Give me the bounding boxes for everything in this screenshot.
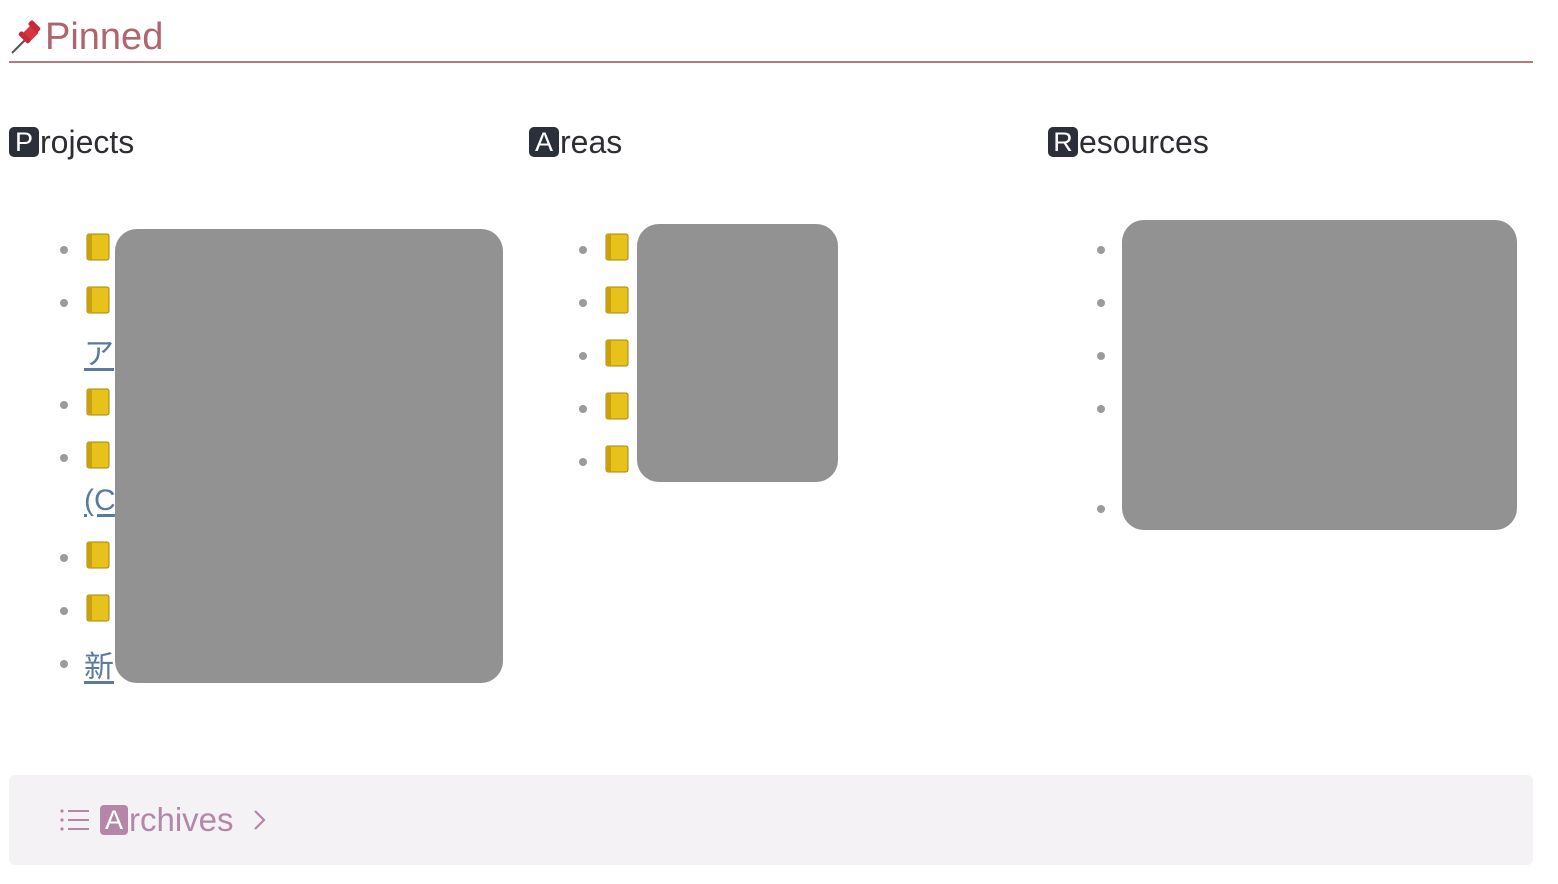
list-icon [60, 809, 89, 831]
redaction-block [1122, 220, 1517, 530]
notebook-icon [605, 339, 629, 367]
archives-letter-badge: A [100, 805, 128, 835]
bullet [60, 554, 68, 562]
bullet [579, 405, 587, 413]
archives-toggle[interactable]: A rchives [9, 775, 1533, 865]
areas-heading[interactable]: A reas [529, 122, 622, 162]
redaction-block [637, 224, 838, 482]
bullet [579, 352, 587, 360]
resources-heading-text: esources [1079, 123, 1209, 160]
notebook-icon [605, 392, 629, 420]
areas-heading-text: reas [560, 123, 623, 160]
archives-row[interactable]: A rchives [58, 801, 268, 838]
notebook-icon [86, 388, 110, 416]
pinned-header: Pinned [9, 14, 1533, 63]
project-link-continuation[interactable]: (C [84, 484, 116, 518]
areas-letter-badge: A [529, 127, 559, 157]
chevron-right-icon[interactable] [252, 807, 268, 833]
project-link-continuation[interactable]: ア [84, 329, 114, 373]
notebook-icon [605, 445, 629, 473]
bullet [60, 660, 68, 668]
projects-letter-badge: P [9, 127, 39, 157]
bullet [1097, 299, 1105, 307]
notebook-icon [605, 233, 629, 261]
bullet [60, 246, 68, 254]
resources-letter-badge: R [1048, 127, 1078, 157]
resources-heading[interactable]: R esources [1048, 122, 1209, 162]
notebook-icon [86, 286, 110, 314]
bullet [1097, 505, 1105, 513]
archives-label: rchives [129, 801, 234, 838]
bullet [579, 458, 587, 466]
notebook-icon [86, 541, 110, 569]
notebook-icon [86, 441, 110, 469]
projects-heading-text: rojects [40, 123, 135, 160]
bullet [60, 454, 68, 462]
pushpin-icon [11, 20, 41, 54]
bullet [579, 299, 587, 307]
notebook-icon [86, 233, 110, 261]
project-link[interactable]: 新 [84, 642, 114, 686]
projects-heading[interactable]: P rojects [9, 122, 134, 162]
bullet [60, 299, 68, 307]
bullet [60, 607, 68, 615]
bullet [1097, 246, 1105, 254]
bullet [1097, 352, 1105, 360]
redaction-block [115, 229, 503, 683]
notebook-icon [605, 286, 629, 314]
notebook-icon [86, 594, 110, 622]
bullet [1097, 405, 1105, 413]
pinned-title: Pinned [45, 16, 164, 58]
bullet [60, 401, 68, 409]
bullet [579, 246, 587, 254]
